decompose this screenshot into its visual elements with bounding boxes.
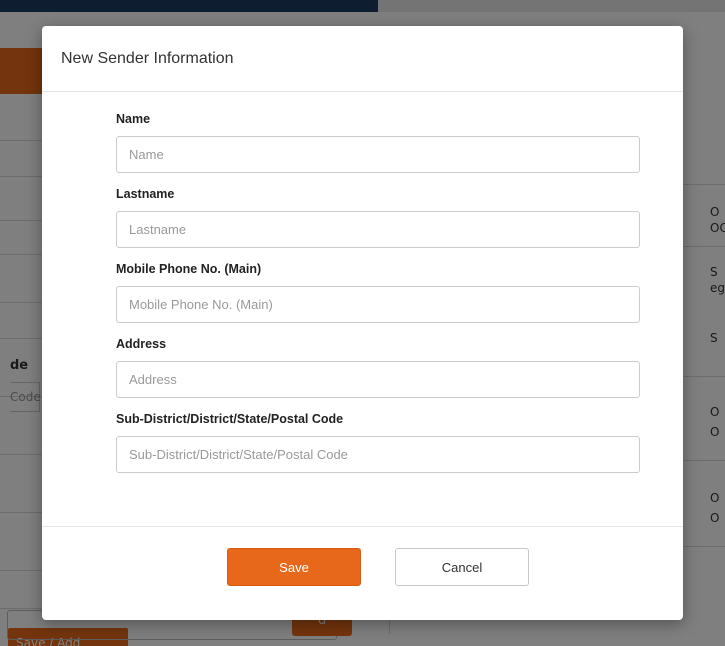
name-label: Name	[116, 112, 151, 126]
name-input[interactable]	[116, 136, 640, 173]
address-input[interactable]	[116, 361, 640, 398]
dialog-header: New Sender Information	[42, 26, 683, 92]
region-postal-label: Sub-District/District/State/Postal Code	[116, 412, 344, 426]
dialog-title: New Sender Information	[61, 50, 234, 67]
mobile-phone-input[interactable]	[116, 286, 640, 323]
dialog-body: Name Lastname Mobile Phone No. (Main) Ad…	[42, 92, 683, 527]
region-postal-field-group: Sub-District/District/State/Postal Code	[116, 412, 683, 473]
mobile-phone-field-group: Mobile Phone No. (Main)	[116, 262, 683, 323]
address-field-group: Address	[116, 337, 683, 398]
dialog-footer: Save Cancel	[42, 526, 683, 620]
address-label: Address	[116, 337, 167, 351]
mobile-phone-label: Mobile Phone No. (Main)	[116, 262, 262, 276]
name-field-group: Name	[116, 112, 683, 173]
lastname-field-group: Lastname	[116, 187, 683, 248]
lastname-input[interactable]	[116, 211, 640, 248]
new-sender-dialog: New Sender Information Name Lastname Mob…	[42, 26, 683, 620]
lastname-label: Lastname	[116, 187, 175, 201]
save-button[interactable]: Save	[227, 548, 361, 586]
region-postal-input[interactable]	[116, 436, 640, 473]
cancel-button[interactable]: Cancel	[395, 548, 529, 586]
